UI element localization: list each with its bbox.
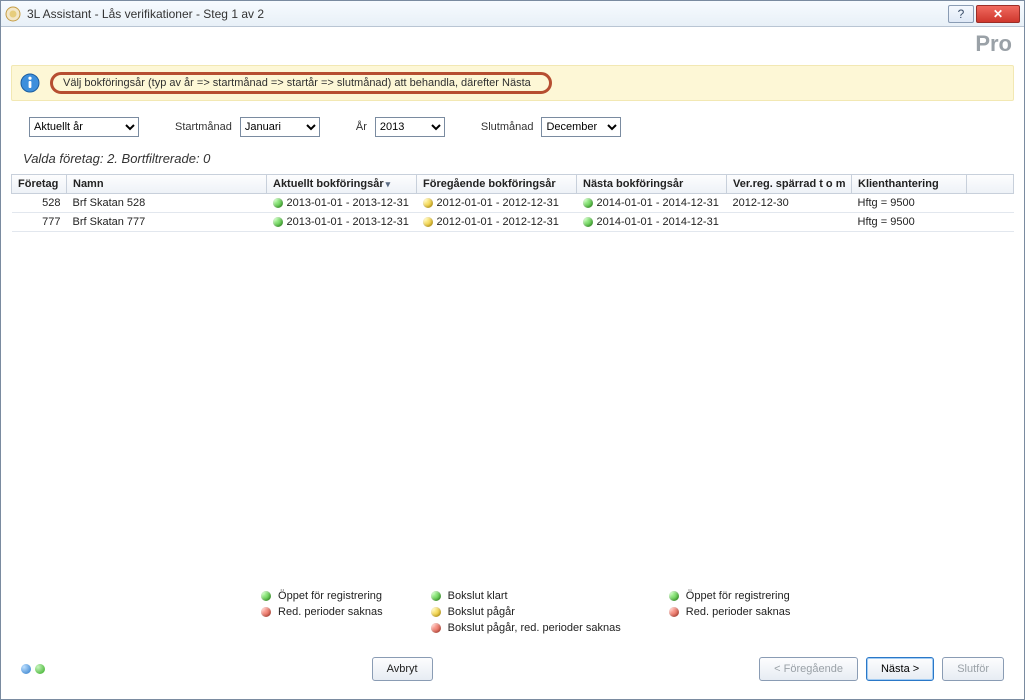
status-dot-icon xyxy=(423,217,433,227)
legend: Öppet för registrering Red. perioder sak… xyxy=(11,580,1014,648)
info-message: Välj bokföringsår (typ av år => startmån… xyxy=(63,77,531,89)
status-dot-icon xyxy=(431,591,441,601)
grid-wrap: Företag Namn Aktuellt bokföringsår▾ Före… xyxy=(11,174,1014,580)
status-dot-icon xyxy=(431,623,441,633)
info-icon xyxy=(20,73,40,93)
status-dot-icon xyxy=(423,198,433,208)
cell-namn: Brf Skatan 528 xyxy=(67,194,267,213)
cell-foretag: 528 xyxy=(12,194,67,213)
col-spacer xyxy=(967,175,1014,194)
col-foregaende[interactable]: Föregående bokföringsår xyxy=(417,175,577,194)
legend-item: Öppet för registrering xyxy=(669,590,791,602)
cell-nasta: 2014-01-01 - 2014-12-31 xyxy=(577,194,727,213)
cancel-button[interactable]: Avbryt xyxy=(372,657,433,681)
col-nasta[interactable]: Nästa bokföringsår xyxy=(577,175,727,194)
status-dot-green xyxy=(35,664,45,674)
cell-foregaende: 2012-01-01 - 2012-12-31 xyxy=(417,194,577,213)
product-logo: Pro xyxy=(975,33,1012,63)
app-icon xyxy=(5,6,21,22)
legend-item: Öppet för registrering xyxy=(261,590,383,602)
help-button[interactable]: ? xyxy=(948,5,974,23)
status-dot-icon xyxy=(669,591,679,601)
info-banner: Välj bokföringsår (typ av år => startmån… xyxy=(11,65,1014,101)
company-grid: Företag Namn Aktuellt bokföringsår▾ Före… xyxy=(11,175,1014,232)
status-dot-icon xyxy=(431,607,441,617)
finish-button[interactable]: Slutför xyxy=(942,657,1004,681)
titlebar: 3L Assistant - Lås verifikationer - Steg… xyxy=(1,1,1024,27)
cell-nasta: 2014-01-01 - 2014-12-31 xyxy=(577,213,727,232)
status-dot-icon xyxy=(273,217,283,227)
info-message-highlight: Välj bokföringsår (typ av år => startmån… xyxy=(50,72,552,94)
table-row[interactable]: 528Brf Skatan 5282013-01-01 - 2013-12-31… xyxy=(12,194,1014,213)
grid-header-row: Företag Namn Aktuellt bokföringsår▾ Före… xyxy=(12,175,1014,194)
status-icons xyxy=(21,664,45,674)
col-verreg[interactable]: Ver.reg. spärrad t o m xyxy=(727,175,852,194)
legend-item: Bokslut klart xyxy=(431,590,621,602)
next-button[interactable]: Nästa > xyxy=(866,657,934,681)
legend-item: Bokslut pågår xyxy=(431,606,621,618)
filter-row: Aktuellt år Startmånad Januari År 2013 S… xyxy=(11,109,1014,145)
cell-namn: Brf Skatan 777 xyxy=(67,213,267,232)
cell-klient: Hftg = 9500 xyxy=(852,213,967,232)
col-aktuellt[interactable]: Aktuellt bokföringsår▾ xyxy=(267,175,417,194)
start-month-label: Startmånad xyxy=(175,121,232,133)
back-button[interactable]: < Föregående xyxy=(759,657,858,681)
status-dot-icon xyxy=(583,198,593,208)
year-select[interactable]: 2013 xyxy=(375,117,445,137)
end-month-select[interactable]: December xyxy=(541,117,621,137)
close-button[interactable]: ✕ xyxy=(976,5,1020,23)
year-type-select[interactable]: Aktuellt år xyxy=(29,117,139,137)
status-dot-icon xyxy=(261,591,271,601)
legend-item: Bokslut pågår, red. perioder saknas xyxy=(431,622,621,634)
cell-aktuellt: 2013-01-01 - 2013-12-31 xyxy=(267,213,417,232)
content-area: Pro Välj bokföringsår (typ av år => star… xyxy=(1,27,1024,699)
status-dot-icon xyxy=(669,607,679,617)
col-namn[interactable]: Namn xyxy=(67,175,267,194)
logo-row: Pro xyxy=(11,33,1014,63)
col-foretag[interactable]: Företag xyxy=(12,175,67,194)
end-month-label: Slutmånad xyxy=(481,121,534,133)
status-dot-icon xyxy=(583,217,593,227)
status-dot-blue xyxy=(21,664,31,674)
status-dot-icon xyxy=(273,198,283,208)
cell-foregaende: 2012-01-01 - 2012-12-31 xyxy=(417,213,577,232)
cell-verreg: 2012-12-30 xyxy=(727,194,852,213)
dialog-window: 3L Assistant - Lås verifikationer - Steg… xyxy=(0,0,1025,700)
year-label: År xyxy=(356,121,367,133)
col-klient[interactable]: Klienthantering xyxy=(852,175,967,194)
legend-col-3: Öppet för registrering Red. perioder sak… xyxy=(669,590,791,634)
window-title: 3L Assistant - Lås verifikationer - Steg… xyxy=(27,7,948,21)
selection-summary: Valda företag: 2. Bortfiltrerade: 0 xyxy=(11,145,1014,174)
legend-col-1: Öppet för registrering Red. perioder sak… xyxy=(261,590,383,634)
footer: Avbryt < Föregående Nästa > Slutför xyxy=(11,648,1014,691)
table-row[interactable]: 777Brf Skatan 7772013-01-01 - 2013-12-31… xyxy=(12,213,1014,232)
legend-col-2: Bokslut klart Bokslut pågår Bokslut pågå… xyxy=(431,590,621,634)
cell-verreg xyxy=(727,213,852,232)
cell-klient: Hftg = 9500 xyxy=(852,194,967,213)
status-dot-icon xyxy=(261,607,271,617)
cell-foretag: 777 xyxy=(12,213,67,232)
cell-aktuellt: 2013-01-01 - 2013-12-31 xyxy=(267,194,417,213)
legend-item: Red. perioder saknas xyxy=(669,606,791,618)
legend-item: Red. perioder saknas xyxy=(261,606,383,618)
start-month-select[interactable]: Januari xyxy=(240,117,320,137)
